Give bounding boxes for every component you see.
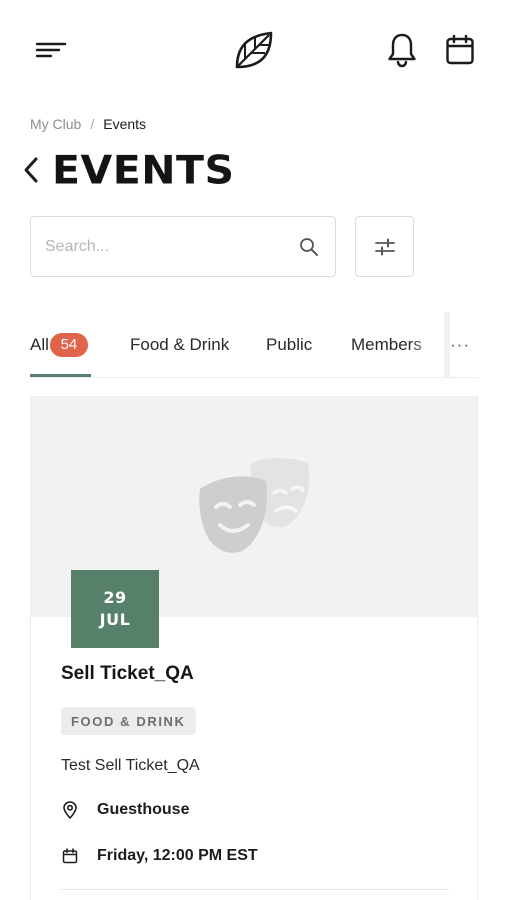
- event-title[interactable]: Sell Ticket_QA: [61, 663, 194, 685]
- more-tabs-button[interactable]: ···: [442, 312, 478, 377]
- event-location: Guesthouse: [97, 801, 190, 818]
- breadcrumb: My Club / Events: [30, 116, 146, 132]
- category-tabs: All 54 Food & Drink Public Members ···: [30, 312, 478, 378]
- chevron-left-icon: [24, 157, 38, 183]
- calendar-button[interactable]: [438, 28, 482, 72]
- event-date-month: JUL: [99, 610, 131, 629]
- events-count-badge: 54: [49, 332, 88, 357]
- bell-icon: [388, 33, 416, 68]
- menu-button[interactable]: [28, 30, 72, 70]
- theater-masks-icon: [199, 457, 310, 553]
- event-card[interactable]: 29 JUL Sell Ticket_QA FOOD & DRINK Test …: [30, 396, 478, 900]
- map-pin-icon: [61, 801, 79, 819]
- tabs-scroll-fade: [410, 312, 440, 377]
- leaf-logo-icon: [235, 31, 273, 69]
- page-title: EVENTS: [52, 147, 235, 193]
- tab-public-label: Public: [266, 334, 313, 354]
- sliders-icon: [374, 238, 395, 255]
- tab-public[interactable]: Public: [266, 312, 312, 377]
- event-category-tag: FOOD & DRINK: [61, 707, 196, 735]
- top-bar: [0, 0, 507, 100]
- event-description: Test Sell Ticket_QA: [61, 757, 200, 774]
- tab-food-drink[interactable]: Food & Drink: [130, 312, 229, 377]
- event-date-badge: 29 JUL: [71, 570, 159, 648]
- breadcrumb-my-club[interactable]: My Club: [30, 116, 81, 132]
- active-tab-indicator: [30, 374, 91, 377]
- breadcrumb-current: Events: [103, 116, 147, 132]
- breadcrumb-separator: /: [90, 116, 95, 132]
- event-time: Friday, 12:00 PM EST: [97, 847, 258, 864]
- tab-food-drink-label: Food & Drink: [130, 334, 230, 354]
- notifications-button[interactable]: [380, 28, 424, 72]
- search-input[interactable]: [45, 237, 297, 256]
- tab-all[interactable]: All 54: [30, 312, 91, 377]
- hamburger-menu-icon: [35, 42, 67, 58]
- event-date-day: 29: [103, 588, 127, 607]
- search-icon[interactable]: [297, 235, 321, 259]
- back-button[interactable]: [22, 150, 50, 190]
- filter-button[interactable]: [355, 216, 414, 277]
- calendar-small-icon: [61, 847, 79, 865]
- event-time-row: Friday, 12:00 PM EST: [61, 847, 258, 865]
- search-box[interactable]: [30, 216, 336, 277]
- tab-all-label: All: [30, 334, 49, 354]
- calendar-icon: [446, 34, 474, 65]
- page-header: EVENTS: [22, 146, 235, 194]
- event-location-row: Guesthouse: [61, 801, 189, 819]
- card-divider: [61, 889, 449, 890]
- club-logo[interactable]: [228, 24, 280, 76]
